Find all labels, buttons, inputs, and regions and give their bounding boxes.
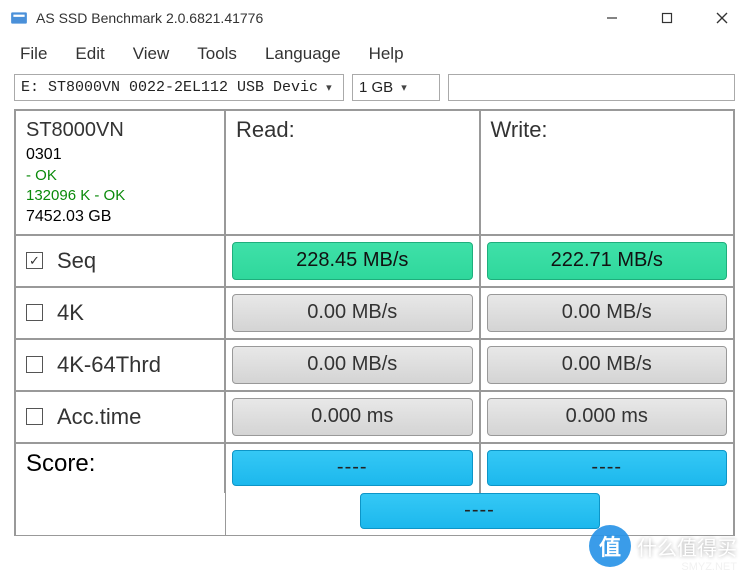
acctime-label: Acc.time xyxy=(57,404,141,430)
read-header: Read: xyxy=(225,110,480,235)
titlebar: AS SSD Benchmark 2.0.6821.41776 xyxy=(0,0,749,36)
menu-file[interactable]: File xyxy=(20,44,47,64)
drive-status-1: - OK xyxy=(26,166,57,186)
watermark-icon: 值 xyxy=(589,525,631,567)
menubar: File Edit View Tools Language Help xyxy=(0,36,749,74)
4k64-read-value: 0.00 MB/s xyxy=(232,346,473,384)
seq-read-cell: 228.45 MB/s xyxy=(225,235,480,287)
4k64-read-cell: 0.00 MB/s xyxy=(225,339,480,391)
score-write-cell: ---- xyxy=(480,443,735,493)
acctime-write-value: 0.000 ms xyxy=(487,398,728,436)
seq-write-value: 222.71 MB/s xyxy=(487,242,728,280)
row-seq: ✓ Seq xyxy=(15,235,225,287)
score-spacer xyxy=(15,493,225,535)
drive-select[interactable]: E: ST8000VN 0022-2EL112 USB Devic ▾ xyxy=(14,74,344,101)
seq-label: Seq xyxy=(57,248,96,274)
score-label-cell: Score: xyxy=(15,443,225,493)
row-4k64: 4K-64Thrd xyxy=(15,339,225,391)
4k-checkbox[interactable] xyxy=(26,304,43,321)
4k64-write-value: 0.00 MB/s xyxy=(487,346,728,384)
drive-status-2: 132096 K - OK xyxy=(26,186,125,206)
drive-info-cell: ST8000VN 0301 - OK 132096 K - OK 7452.03… xyxy=(15,110,225,235)
menu-tools[interactable]: Tools xyxy=(197,44,237,64)
menu-edit[interactable]: Edit xyxy=(75,44,104,64)
row-4k: 4K xyxy=(15,287,225,339)
chevron-down-icon: ▾ xyxy=(326,81,332,94)
size-select-value: 1 GB xyxy=(359,79,393,96)
drive-fw: 0301 xyxy=(26,144,62,166)
score-label: Score: xyxy=(26,450,95,478)
seq-read-value: 228.45 MB/s xyxy=(232,242,473,280)
4k-label: 4K xyxy=(57,300,84,326)
chevron-down-icon: ▾ xyxy=(401,81,407,94)
acctime-read-cell: 0.000 ms xyxy=(225,391,480,443)
close-button[interactable] xyxy=(694,0,749,36)
results-grid: ST8000VN 0301 - OK 132096 K - OK 7452.03… xyxy=(14,109,735,536)
acctime-read-value: 0.000 ms xyxy=(232,398,473,436)
menu-help[interactable]: Help xyxy=(369,44,404,64)
score-read-value: ---- xyxy=(232,450,473,486)
drive-select-value: E: ST8000VN 0022-2EL112 USB Devic xyxy=(21,79,318,96)
4k-write-value: 0.00 MB/s xyxy=(487,294,728,332)
minimize-button[interactable] xyxy=(584,0,639,36)
4k64-checkbox[interactable] xyxy=(26,356,43,373)
4k-write-cell: 0.00 MB/s xyxy=(480,287,735,339)
4k64-label: 4K-64Thrd xyxy=(57,352,161,378)
size-select[interactable]: 1 GB ▾ xyxy=(352,74,440,101)
watermark-text: 什么值得买 xyxy=(637,532,737,561)
window-controls xyxy=(584,0,749,36)
seq-write-cell: 222.71 MB/s xyxy=(480,235,735,287)
window-title: AS SSD Benchmark 2.0.6821.41776 xyxy=(36,10,584,26)
score-total-value: ---- xyxy=(360,493,600,529)
toolbar: E: ST8000VN 0022-2EL112 USB Devic ▾ 1 GB… xyxy=(0,74,749,109)
4k-read-value: 0.00 MB/s xyxy=(232,294,473,332)
drive-model: ST8000VN xyxy=(26,117,124,144)
acctime-checkbox[interactable] xyxy=(26,408,43,425)
score-write-value: ---- xyxy=(487,450,728,486)
app-icon xyxy=(10,9,28,27)
maximize-button[interactable] xyxy=(639,0,694,36)
drive-capacity: 7452.03 GB xyxy=(26,206,111,228)
write-header: Write: xyxy=(480,110,735,235)
watermark-url: SMYZ.NET xyxy=(681,561,737,573)
row-acctime: Acc.time xyxy=(15,391,225,443)
4k-read-cell: 0.00 MB/s xyxy=(225,287,480,339)
acctime-write-cell: 0.000 ms xyxy=(480,391,735,443)
score-read-cell: ---- xyxy=(225,443,480,493)
menu-view[interactable]: View xyxy=(133,44,170,64)
toolbar-textbox[interactable] xyxy=(448,74,735,101)
menu-language[interactable]: Language xyxy=(265,44,341,64)
4k64-write-cell: 0.00 MB/s xyxy=(480,339,735,391)
seq-checkbox[interactable]: ✓ xyxy=(26,252,43,269)
